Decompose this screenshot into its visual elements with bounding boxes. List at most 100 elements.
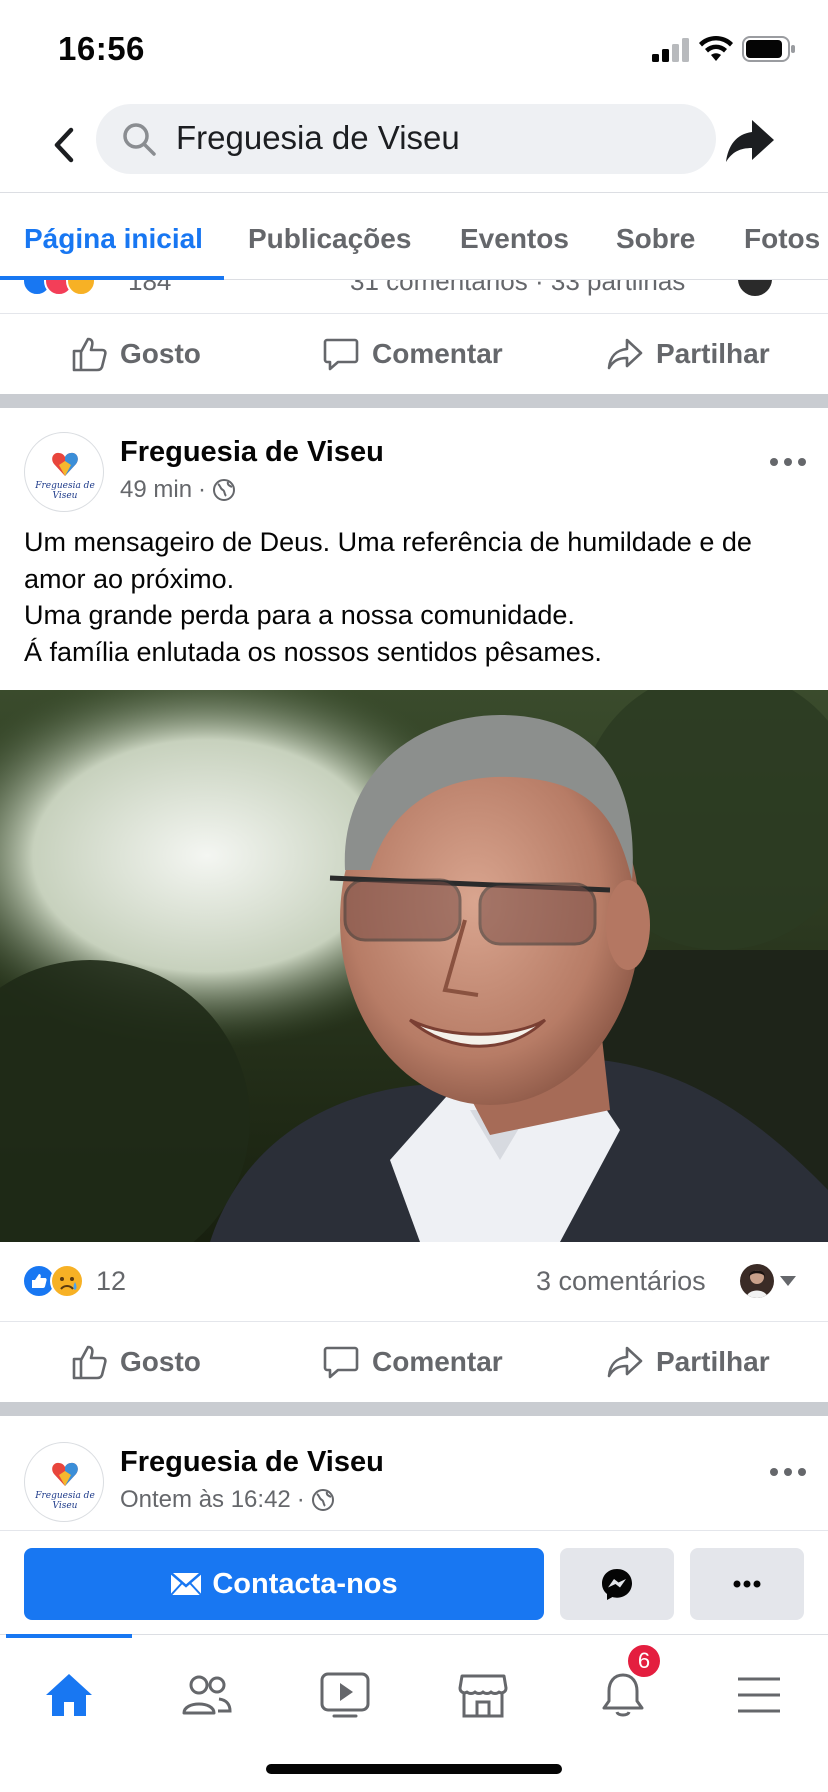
contact-button[interactable]: Contacta-nos	[24, 1548, 544, 1620]
share-icon	[607, 1346, 643, 1378]
post-time[interactable]: Ontem às 16:42	[120, 1486, 291, 1514]
active-nav-indicator	[6, 1634, 132, 1638]
chevron-down-icon[interactable]	[780, 1276, 796, 1286]
tab-home[interactable]: Página inicial	[24, 223, 203, 255]
hamburger-menu-icon	[738, 1677, 780, 1713]
nav-friends[interactable]	[172, 1665, 242, 1725]
more-options-icon[interactable]	[768, 1462, 808, 1482]
heart-logo-icon	[52, 1462, 78, 1486]
post-text-line: amor ao próximo.	[24, 563, 235, 594]
avatar-logo-text: Freguesia de Viseu	[35, 481, 95, 501]
comments-shares-count[interactable]: 31 comentários · 33 partilhas	[350, 280, 685, 297]
post-meta: Ontem às 16:42 ·	[120, 1486, 335, 1514]
like-button[interactable]: Gosto	[70, 1322, 201, 1402]
video-icon	[320, 1672, 370, 1718]
comment-icon	[323, 338, 359, 371]
share-label: Partilhar	[656, 1346, 770, 1377]
wifi-icon	[699, 35, 733, 61]
tab-posts[interactable]: Publicações	[248, 223, 411, 255]
search-icon	[123, 123, 156, 156]
post-photo[interactable]	[0, 690, 828, 1242]
share-button[interactable]: Partilhar	[606, 314, 770, 394]
search-header: Freguesia de Viseu	[0, 96, 828, 192]
like-button[interactable]: Gosto	[70, 314, 201, 394]
contact-bar: Contacta-nos	[0, 1530, 828, 1634]
post-stats: 12 3 comentários	[0, 1242, 828, 1322]
tab-photos[interactable]: Fotos	[744, 223, 820, 255]
globe-icon	[213, 479, 236, 501]
share-label: Partilhar	[656, 338, 770, 369]
reaction-count[interactable]: 12	[96, 1266, 126, 1297]
post-actions: Gosto Comentar Partilhar	[0, 1322, 828, 1402]
comments-count[interactable]: 3 comentários	[536, 1266, 706, 1297]
tab-events[interactable]: Eventos	[460, 223, 569, 255]
more-options-icon[interactable]	[768, 452, 808, 472]
comment-icon	[323, 1346, 359, 1379]
marketplace-icon	[458, 1674, 508, 1718]
comment-label: Comentar	[372, 338, 503, 369]
thumbs-up-icon	[72, 1345, 107, 1380]
heart-logo-icon	[52, 452, 78, 476]
share-button[interactable]: Partilhar	[606, 1322, 770, 1402]
next-post-header: Freguesia de Viseu Freguesia de Viseu On…	[0, 1442, 828, 1542]
search-query: Freguesia de Viseu	[176, 119, 460, 156]
nav-marketplace[interactable]	[448, 1665, 518, 1725]
messenger-icon	[602, 1569, 632, 1600]
back-arrow-icon	[54, 127, 74, 163]
like-label: Gosto	[120, 338, 201, 369]
post-text: Um mensageiro de Deus. Uma referência de…	[24, 524, 814, 670]
like-label: Gosto	[120, 1346, 201, 1377]
more-options-icon	[733, 1580, 761, 1588]
nav-home[interactable]	[34, 1665, 104, 1725]
nav-watch[interactable]	[310, 1665, 380, 1725]
post-text-line: Uma grande perda para a nossa comunidade…	[24, 600, 575, 630]
envelope-icon	[170, 1572, 203, 1596]
reaction-icons	[22, 280, 96, 296]
comment-button[interactable]: Comentar	[322, 314, 503, 394]
contact-label: Contacta-nos	[212, 1567, 398, 1600]
reaction-count[interactable]: 184	[128, 280, 171, 297]
home-indicator[interactable]	[266, 1764, 562, 1774]
comment-label: Comentar	[372, 1346, 503, 1377]
share-icon	[607, 338, 643, 370]
meta-separator: ·	[198, 476, 207, 503]
status-time: 16:56	[58, 30, 145, 67]
meta-separator: ·	[296, 1486, 305, 1513]
cellular-signal-icon	[652, 38, 689, 62]
avatar-logo-text: Freguesia de Viseu	[35, 1491, 95, 1511]
post-author[interactable]: Freguesia de Viseu	[120, 1446, 384, 1479]
sad-reaction-icon	[50, 1264, 84, 1298]
thumbs-up-icon	[72, 337, 107, 372]
back-button[interactable]	[44, 120, 84, 170]
search-input[interactable]: Freguesia de Viseu	[96, 104, 716, 174]
tab-about[interactable]: Sobre	[616, 223, 695, 255]
notification-badge: 6	[626, 1643, 662, 1679]
battery-icon	[742, 36, 795, 62]
commenter-avatar	[740, 1264, 774, 1298]
friends-icon	[182, 1675, 232, 1715]
nav-menu[interactable]	[724, 1665, 794, 1725]
reaction-icons[interactable]	[22, 1264, 84, 1298]
messenger-button[interactable]	[560, 1548, 674, 1620]
previous-post-actions: Gosto Comentar Partilhar	[0, 314, 828, 394]
post-separator	[0, 1402, 828, 1416]
post-text-line: Á família enlutada os nossos sentidos pê…	[24, 636, 602, 667]
more-actions-button[interactable]	[690, 1548, 804, 1620]
post-header: Freguesia de Viseu Freguesia de Viseu 49…	[0, 432, 828, 532]
page-avatar[interactable]: Freguesia de Viseu	[24, 432, 104, 512]
commenter-avatar	[738, 280, 772, 296]
previous-post-stats: 184 31 comentários · 33 partilhas	[0, 280, 828, 314]
sad-reaction-icon	[66, 280, 96, 296]
post-separator	[0, 394, 828, 408]
post-meta: 49 min ·	[120, 476, 236, 504]
post-author[interactable]: Freguesia de Viseu	[120, 436, 384, 469]
page-avatar[interactable]: Freguesia de Viseu	[24, 1442, 104, 1522]
globe-icon	[311, 1489, 334, 1511]
page-tabs: Página inicial Publicações Eventos Sobre…	[0, 192, 828, 280]
post-time[interactable]: 49 min	[120, 476, 192, 504]
share-arrow-icon[interactable]	[722, 114, 778, 170]
comment-button[interactable]: Comentar	[322, 1322, 503, 1402]
home-icon	[46, 1674, 92, 1716]
post-text-line: Um mensageiro de Deus. Uma referência de…	[24, 527, 752, 557]
portrait-photo	[0, 690, 828, 1242]
